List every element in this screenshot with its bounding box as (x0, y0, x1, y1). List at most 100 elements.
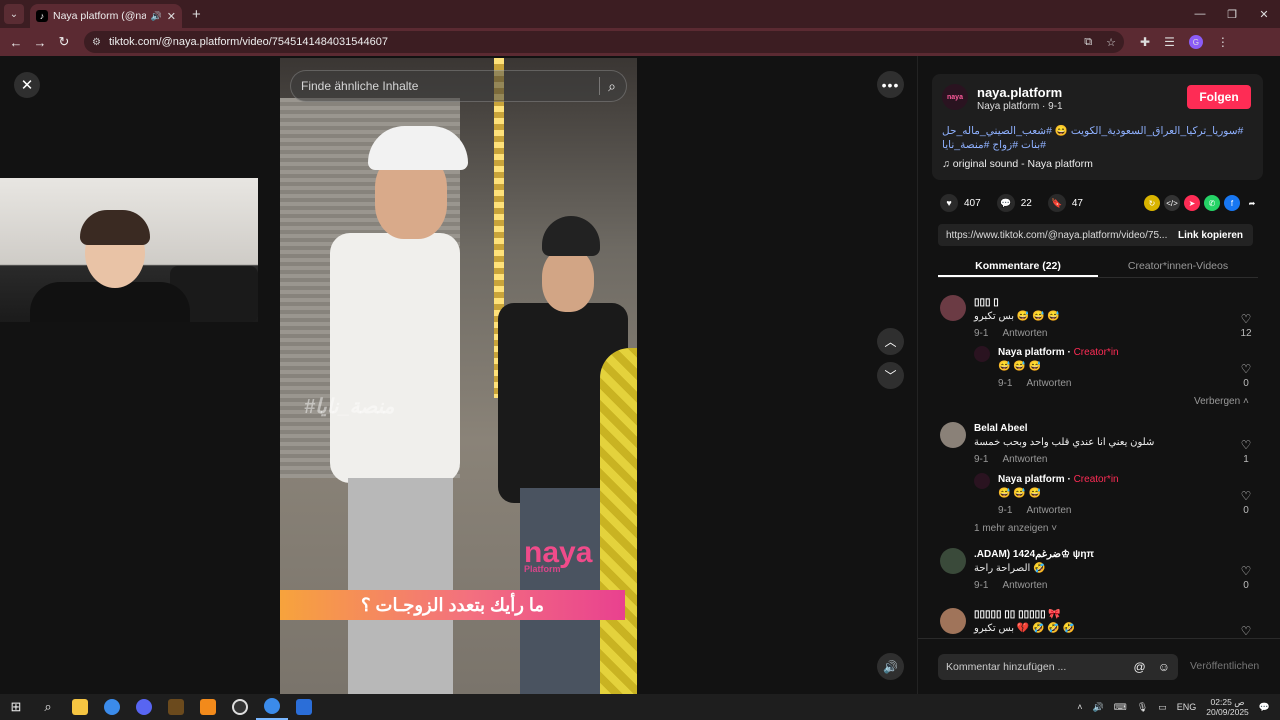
site-info-icon[interactable]: ⚙ (92, 37, 101, 48)
comment-text: بس تكبرو 💔 🤣 🤣 🤣 (974, 623, 1075, 634)
like-stat[interactable]: ♥ 407 (940, 194, 981, 212)
previous-video-button[interactable]: ︿ (877, 328, 904, 355)
tiktok-page: ✕ #منصة_نايا naya Platform ما رأيك بتعدد … (0, 56, 1280, 694)
webcam-person-hair (80, 210, 150, 245)
follow-button[interactable]: Folgen (1187, 85, 1251, 109)
mention-icon[interactable]: @ (1134, 660, 1146, 674)
editor-icon[interactable] (288, 694, 320, 720)
video-interviewer (600, 348, 637, 694)
forward-button[interactable]: → (28, 35, 52, 50)
bookmark-star-icon[interactable]: ☆ (1106, 36, 1116, 49)
browser-menu-icon[interactable]: ⋮ (1217, 35, 1229, 49)
reading-list-icon[interactable]: ☰ (1164, 35, 1175, 49)
video-question-banner: ما رأيك بتعدد الزوجـات ؟ (280, 590, 625, 620)
language-indicator[interactable]: ENG (1177, 702, 1197, 712)
network-icon[interactable]: ⌨ (1114, 702, 1127, 713)
url-text: tiktok.com/@naya.platform/video/75451414… (108, 36, 388, 48)
vlc-icon[interactable] (192, 694, 224, 720)
minimize-button[interactable]: — (1184, 8, 1216, 21)
author-subline: Naya platform · 9-1 (977, 101, 1063, 112)
video-person-short-head (542, 248, 594, 312)
facebook-icon[interactable]: f (1224, 195, 1240, 211)
search-input[interactable] (301, 79, 592, 93)
similar-content-search: ⌕ (290, 70, 627, 102)
sound-name: original sound - Naya platform (952, 158, 1093, 170)
volume-button[interactable]: 🔊 (877, 653, 904, 680)
post-caption[interactable]: #سوريا_تركيا_العراق_السعودية_الكويت 😄 #ش… (942, 124, 1252, 152)
post-comment-button[interactable]: Veröffentlichen (1190, 660, 1259, 672)
reload-button[interactable]: ↻ (52, 34, 76, 50)
embed-icon[interactable]: </> (1164, 195, 1180, 211)
profile-avatar-icon[interactable]: G (1188, 35, 1203, 49)
webcam-person-body (30, 282, 190, 322)
author-username[interactable]: naya.platform (977, 85, 1062, 100)
post-info-card: naya naya.platform Naya platform · 9-1 F… (932, 74, 1263, 180)
search-taskbar-icon[interactable]: ⌕ (32, 694, 64, 720)
chrome-icon[interactable] (96, 694, 128, 720)
window-close-button[interactable]: ✕ (1248, 8, 1280, 21)
author-avatar[interactable]: naya (942, 84, 968, 110)
tab-title: Naya platform (@naya.platf... (53, 10, 146, 22)
window-controls: — ❐ ✕ (1184, 8, 1280, 21)
cast-icon[interactable]: ⧉ (1084, 36, 1092, 49)
more-options-button[interactable]: ••• (877, 71, 904, 98)
emoji-icon[interactable]: ☺ (1158, 660, 1170, 674)
search-icon[interactable]: ⌕ (608, 78, 616, 95)
heart-outline-icon: ♡ (1240, 624, 1252, 638)
back-button[interactable]: ← (4, 35, 28, 50)
webcam-overlay (0, 178, 258, 322)
copy-link-button[interactable]: Link kopieren (1168, 230, 1253, 241)
sound-row[interactable]: ♫ original sound - Naya platform (942, 158, 1093, 170)
comment-bubble-icon: 💬 (996, 194, 1015, 212)
discord-icon[interactable] (128, 694, 160, 720)
comment-like[interactable]: ♡ (1236, 624, 1256, 638)
browser-tab-active[interactable]: ♪ Naya platform (@naya.platf... 🔊 ✕ (30, 4, 182, 28)
tab-creator-videos[interactable]: Creator*innen-Videos (1098, 254, 1258, 277)
tab-comments[interactable]: Kommentare (22) (938, 254, 1098, 277)
share-arrow-icon[interactable]: ➦ (1244, 195, 1260, 211)
tab-search-button[interactable]: ⌄ (4, 4, 24, 24)
comment-stat[interactable]: 💬 22 (996, 194, 1032, 212)
extensions-icon[interactable]: ✚ (1140, 35, 1150, 49)
audio-playing-icon[interactable]: 🔊 (151, 11, 162, 22)
whatsapp-icon[interactable]: ✆ (1204, 195, 1220, 211)
address-bar[interactable]: ⚙ tiktok.com/@naya.platform/video/754514… (84, 31, 1124, 53)
repost-icon[interactable]: ↻ (1144, 195, 1160, 211)
panel-tabs: Kommentare (22) Creator*innen-Videos (938, 254, 1258, 278)
send-icon[interactable]: ➤ (1184, 195, 1200, 211)
naya-logo: naya Platform (524, 536, 592, 574)
comment-input[interactable] (946, 661, 1134, 673)
like-count: 407 (964, 197, 981, 209)
close-video-button[interactable]: ✕ (14, 72, 40, 98)
save-stat[interactable]: 🔖 47 (1047, 194, 1083, 212)
comment-list: ▯▯▯ ▯ بس تكبرو 😅 😅 😅 9-1 Antworten ♡ 12 Na… (918, 286, 1280, 638)
video-person-tall-pants (348, 478, 453, 694)
file-explorer-icon[interactable] (64, 694, 96, 720)
music-note-icon: ♫ (942, 158, 950, 170)
video-link[interactable]: https://www.tiktok.com/@naya.platform/vi… (938, 230, 1168, 241)
new-tab-button[interactable]: + (192, 6, 201, 23)
chrome-active-icon[interactable] (256, 694, 288, 720)
microphone-icon[interactable]: 🎙 (1137, 702, 1148, 713)
tab-close-icon[interactable]: ✕ (167, 10, 176, 23)
keyboard-icon[interactable]: ▭ (1158, 702, 1167, 713)
bookmark-icon: 🔖 (1047, 194, 1066, 212)
app-icon[interactable] (160, 694, 192, 720)
tray-chevron-icon[interactable]: ˄ (1077, 702, 1082, 712)
obs-icon[interactable] (224, 694, 256, 720)
copy-link-box: https://www.tiktok.com/@naya.platform/vi… (938, 224, 1253, 246)
speaker-icon[interactable]: 🔊 (1093, 702, 1104, 713)
video-person-tall-shirt (330, 233, 460, 483)
share-buttons: ↻ </> ➤ ✆ f ➦ (1144, 195, 1260, 211)
clock-time: 02:25 ص (1210, 697, 1245, 707)
commenter-name[interactable]: ▯▯▯▯▯ ▯▯ ▯▯▯▯▯ 🎀 (974, 609, 1061, 620)
start-button[interactable]: ⊞ (0, 694, 32, 720)
video-frame[interactable]: #منصة_نايا naya Platform ما رأيك بتعدد ال… (280, 58, 637, 694)
notifications-icon[interactable]: 💬 (1259, 702, 1270, 713)
clock[interactable]: 02:25 ص 20/09/2025 (1206, 697, 1249, 717)
system-tray: ˄ 🔊 ⌨ 🎙 ▭ ENG 02:25 ص 20/09/2025 💬 (1077, 697, 1280, 717)
next-video-button[interactable]: ﹀ (877, 362, 904, 389)
heart-icon: ♥ (940, 194, 958, 212)
commenter-avatar[interactable] (940, 608, 966, 634)
restore-button[interactable]: ❐ (1216, 8, 1248, 21)
